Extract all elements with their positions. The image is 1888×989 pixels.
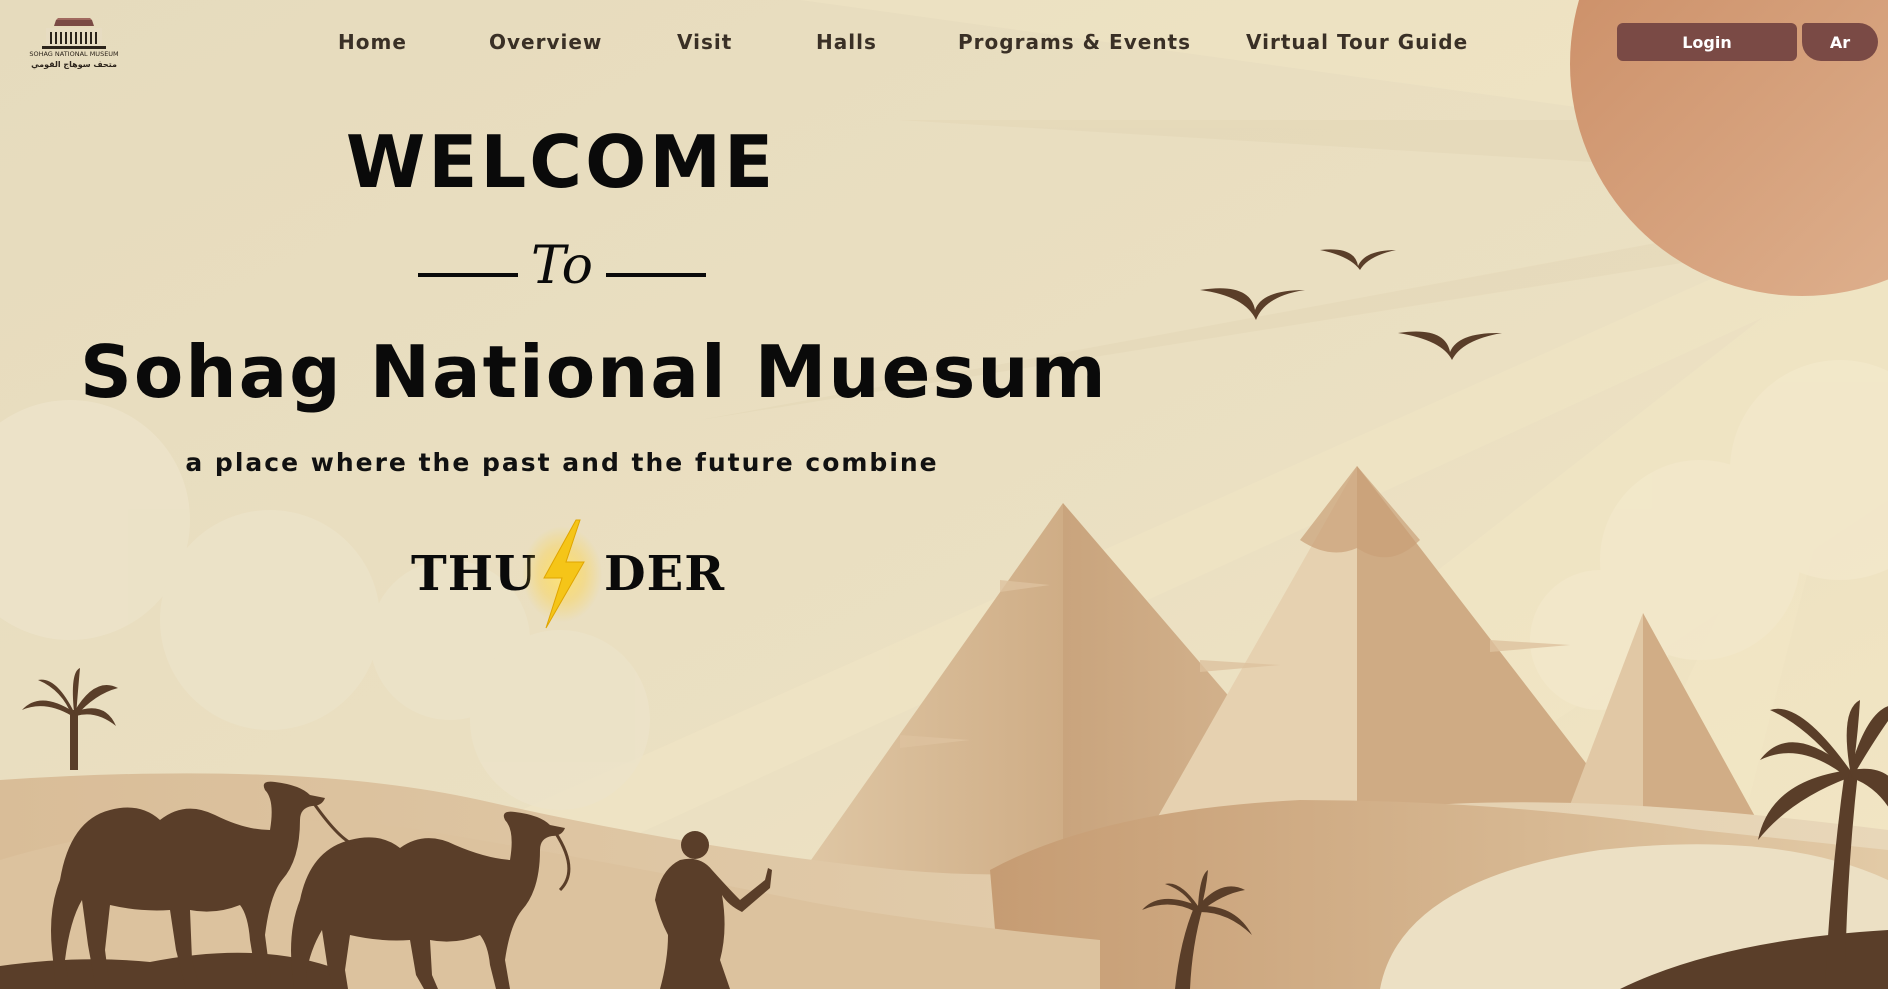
tagline: a place where the past and the future co… — [185, 448, 939, 477]
brand-text-left: THU — [411, 546, 537, 602]
nav-link-home[interactable]: Home — [338, 30, 407, 54]
top-navigation: Home Overview Visit Halls Programs & Eve… — [0, 20, 1888, 66]
brand-text-right: DER — [604, 546, 726, 602]
divider-line-left — [418, 273, 518, 277]
nav-link-overview[interactable]: Overview — [489, 30, 602, 54]
divider-line-right — [606, 273, 706, 277]
to-script-text: To — [531, 236, 593, 296]
thunder-brand: THU DER — [400, 518, 724, 630]
login-button[interactable]: Login — [1617, 23, 1797, 61]
lightning-bolt-icon — [522, 519, 602, 629]
nav-link-halls[interactable]: Halls — [816, 30, 877, 54]
language-toggle-button[interactable]: Ar — [1802, 23, 1878, 61]
to-divider: To — [418, 236, 706, 296]
nav-link-virtual-tour-guide[interactable]: Virtual Tour Guide — [1246, 30, 1468, 54]
nav-link-visit[interactable]: Visit — [677, 30, 732, 54]
nav-link-programs-events[interactable]: Programs & Events — [958, 30, 1191, 54]
museum-title: Sohag National Muesum — [80, 330, 1108, 414]
welcome-heading: WELCOME — [345, 120, 777, 204]
hero-background-illustration — [0, 0, 1888, 989]
